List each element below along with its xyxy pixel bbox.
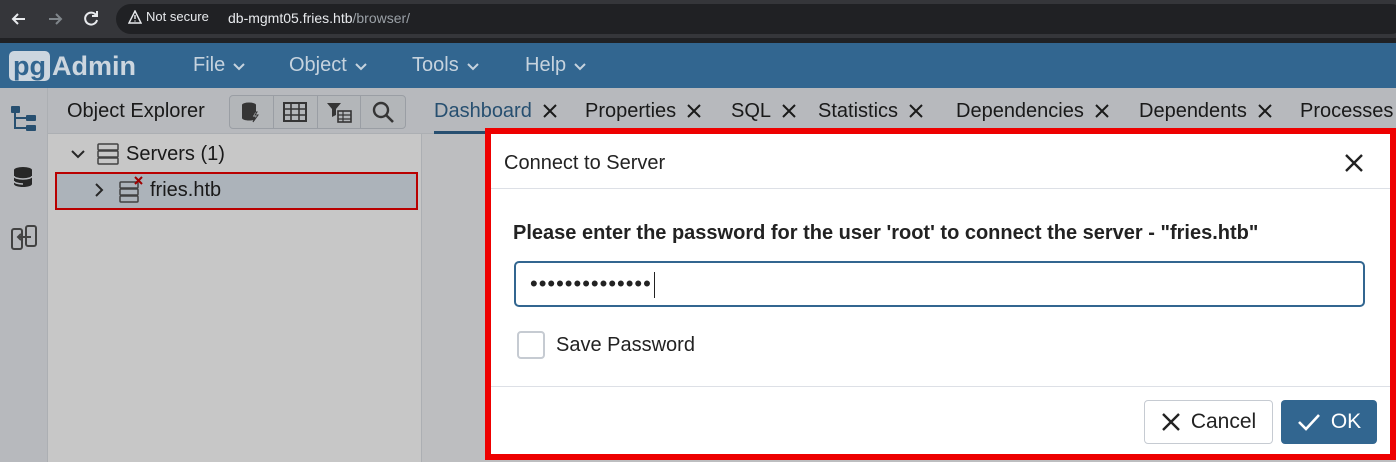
pgadmin-logo: pg Admin [9,50,136,82]
cancel-button[interactable]: Cancel [1144,400,1273,444]
chevron-down-icon [233,62,245,70]
save-password-row[interactable]: Save Password [517,331,695,359]
reload-icon[interactable] [81,9,101,29]
ok-button[interactable]: OK [1281,400,1377,444]
browser-chrome: Not secure db-mgmt05.fries.htb/browser/ [0,0,1396,38]
back-arrow-icon[interactable] [9,9,29,29]
menu-help[interactable]: Help [525,43,588,88]
checkmark-icon [1297,414,1320,431]
menu-object[interactable]: Object [289,43,369,88]
dialog-title: Connect to Server [504,152,666,174]
chevron-down-icon [574,62,586,70]
menu-file[interactable]: File [193,43,247,88]
warning-icon [128,9,142,24]
security-label: Not secure [146,9,209,24]
connect-to-server-dialog: Connect to Server Please enter the passw… [485,128,1396,460]
dialog-header: Connect to Server [491,134,1390,189]
chevron-down-icon [466,62,479,70]
forward-arrow-icon[interactable] [45,9,65,29]
close-icon [1161,413,1180,431]
dialog-footer: Cancel OK [491,386,1390,460]
save-password-checkbox[interactable] [517,331,545,359]
menu-tools[interactable]: Tools [412,43,481,88]
save-password-label: Save Password [556,333,695,356]
chevron-down-icon [355,62,367,70]
security-indicator[interactable]: Not secure [128,9,209,24]
close-icon[interactable] [1343,152,1365,174]
password-input[interactable]: •••••••••••••• [514,261,1365,307]
dialog-message: Please enter the password for the user '… [513,222,1259,244]
address-url: db-mgmt05.fries.htb/browser/ [228,10,411,26]
